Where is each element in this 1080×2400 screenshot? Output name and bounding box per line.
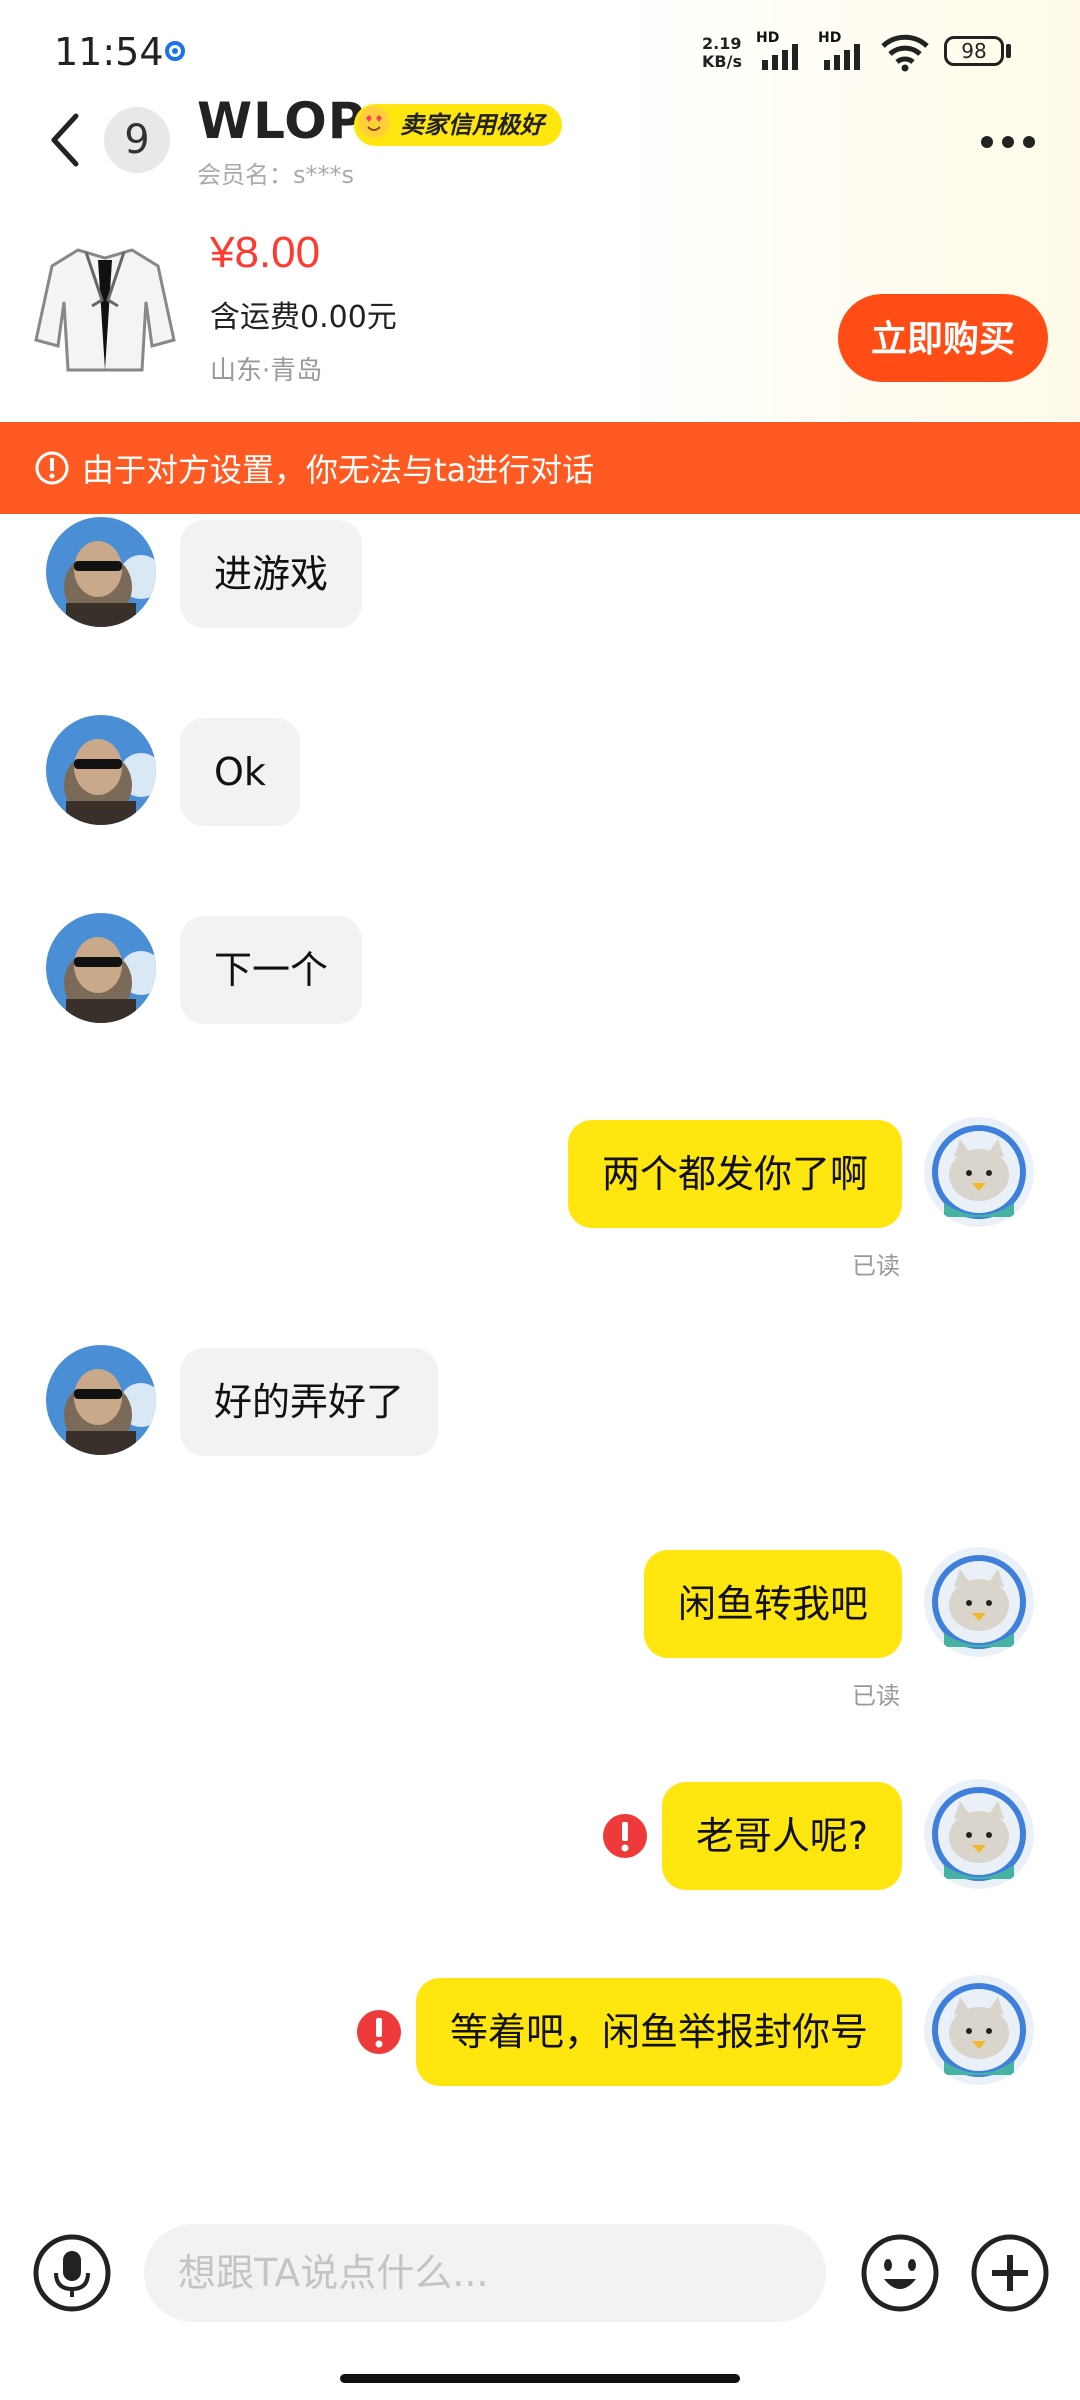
read-receipt: 已读	[852, 1682, 900, 1710]
received-message-bubble[interactable]: 好的弄好了	[180, 1348, 439, 1456]
sent-message-bubble[interactable]: 老哥人呢?	[661, 1782, 902, 1890]
seller-location: 山东·青岛	[210, 356, 323, 386]
received-message-bubble[interactable]: Ok	[180, 718, 300, 826]
heart-eyes-icon	[358, 106, 390, 138]
my-avatar[interactable]	[924, 1975, 1034, 2085]
wifi-icon	[880, 34, 930, 72]
sent-message-bubble[interactable]: 等着吧，闲鱼举报封你号	[415, 1978, 902, 2086]
warning-icon	[34, 450, 70, 486]
status-app-icon	[164, 40, 186, 62]
chat-title: WLOP	[197, 92, 366, 150]
back-icon[interactable]	[42, 108, 90, 172]
contact-avatar[interactable]	[46, 1345, 156, 1455]
read-receipt: 已读	[852, 1252, 900, 1280]
my-avatar[interactable]	[924, 1779, 1034, 1889]
received-message-bubble[interactable]: 进游戏	[180, 520, 363, 628]
network-speed-unit: KB/s	[702, 52, 742, 71]
sent-message-bubble[interactable]: 闲鱼转我吧	[643, 1550, 902, 1658]
status-time: 11:54	[54, 30, 164, 74]
unread-count-badge[interactable]: 9	[104, 107, 170, 173]
network-speed-value: 2.19	[702, 34, 742, 53]
contact-avatar[interactable]	[46, 715, 156, 825]
battery-icon: 98	[944, 36, 1004, 66]
mic-icon[interactable]	[32, 2233, 112, 2313]
warning-text: 由于对方设置，你无法与ta进行对话	[82, 451, 595, 489]
product-thumbnail[interactable]	[30, 230, 180, 380]
sent-message-bubble[interactable]: 两个都发你了啊	[567, 1120, 902, 1228]
network-speed: 2.19 KB/s	[702, 35, 742, 71]
plus-icon[interactable]	[970, 2233, 1050, 2313]
product-price: ¥8.00	[210, 228, 321, 277]
my-avatar[interactable]	[924, 1547, 1034, 1657]
message-input[interactable]	[144, 2224, 826, 2322]
signal-icon-2: HD	[818, 30, 874, 70]
my-avatar[interactable]	[924, 1117, 1034, 1227]
battery-tip	[1006, 44, 1011, 58]
home-indicator[interactable]	[340, 2374, 740, 2383]
more-options-icon[interactable]	[980, 134, 1036, 148]
send-failed-icon[interactable]	[602, 1813, 648, 1859]
send-failed-icon[interactable]	[356, 2009, 402, 2055]
shipping-info: 含运费0.00元	[210, 300, 397, 335]
emoji-icon[interactable]	[860, 2233, 940, 2313]
contact-avatar[interactable]	[46, 913, 156, 1023]
member-name: 会员名：s***s	[197, 161, 355, 189]
received-message-bubble[interactable]: 下一个	[180, 916, 363, 1024]
contact-avatar[interactable]	[46, 517, 156, 627]
signal-icon: HD	[756, 30, 812, 70]
buy-now-button[interactable]: 立即购买	[838, 294, 1048, 382]
